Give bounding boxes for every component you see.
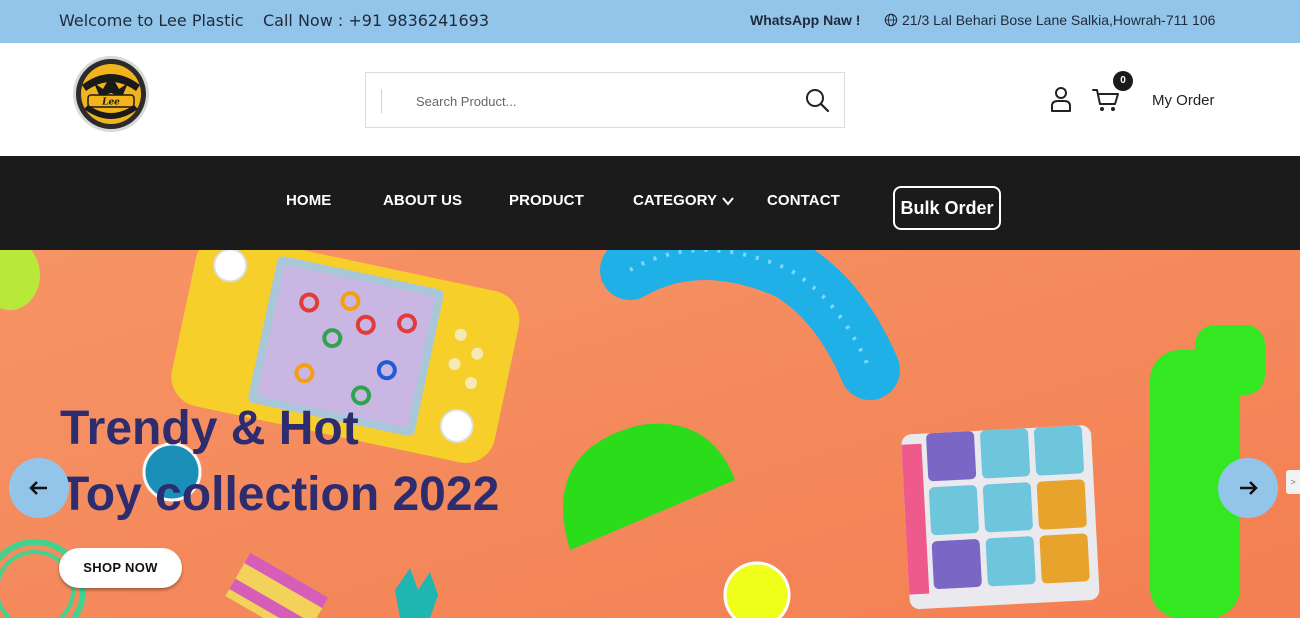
address-text: 21/3 Lal Behari Bose Lane Salkia,Howrah-… (902, 12, 1216, 28)
nav-product[interactable]: PRODUCT (509, 192, 584, 209)
search-box (365, 72, 845, 128)
user-icon[interactable] (1049, 86, 1073, 112)
search-icon[interactable] (804, 87, 830, 113)
hero-title-line1: Trendy & Hot (60, 402, 359, 455)
logo-text: Lee (101, 98, 120, 108)
whatsapp-link[interactable]: WhatsApp Naw ! (750, 12, 860, 28)
hero-banner: Trendy & Hot Toy collection 2022 SHOP NO… (0, 250, 1300, 618)
nav-home[interactable]: HOME (286, 192, 331, 209)
side-tab[interactable]: > (1286, 470, 1300, 494)
search-input[interactable] (416, 87, 786, 115)
chevron-down-icon (722, 196, 734, 206)
nav-category-label: CATEGORY (633, 192, 718, 209)
hero-title: Trendy & Hot Toy collection 2022 (60, 396, 499, 528)
site-header: Lee 0 My Order (0, 43, 1300, 156)
shop-now-button[interactable]: SHOP NOW (59, 548, 182, 588)
globe-icon (884, 13, 898, 27)
site-logo[interactable]: Lee (70, 55, 152, 133)
nav-category[interactable]: CATEGORY (633, 192, 735, 209)
nav-contact[interactable]: CONTACT (767, 192, 840, 209)
hero-title-line2: Toy collection 2022 (60, 468, 500, 521)
call-now-text[interactable]: Call Now : +91 9836241693 (263, 11, 489, 30)
main-nav: HOME ABOUT US PRODUCT CATEGORY CONTACT B… (0, 156, 1300, 250)
my-order-link[interactable]: My Order (1152, 92, 1215, 109)
slider-next-button[interactable] (1218, 458, 1278, 518)
nav-about-us[interactable]: ABOUT US (383, 192, 462, 209)
cart-icon[interactable] (1092, 87, 1120, 113)
cart-count-badge: 0 (1113, 71, 1133, 91)
arrow-right-icon (1240, 481, 1258, 495)
address: 21/3 Lal Behari Bose Lane Salkia,Howrah-… (884, 12, 1215, 28)
bulk-order-button[interactable]: Bulk Order (893, 186, 1001, 230)
arrow-left-icon (29, 481, 47, 495)
top-bar: Welcome to Lee Plastic Call Now : +91 98… (0, 0, 1300, 43)
search-divider (381, 89, 382, 113)
slider-prev-button[interactable] (9, 458, 69, 518)
welcome-text: Welcome to Lee Plastic (59, 11, 244, 30)
